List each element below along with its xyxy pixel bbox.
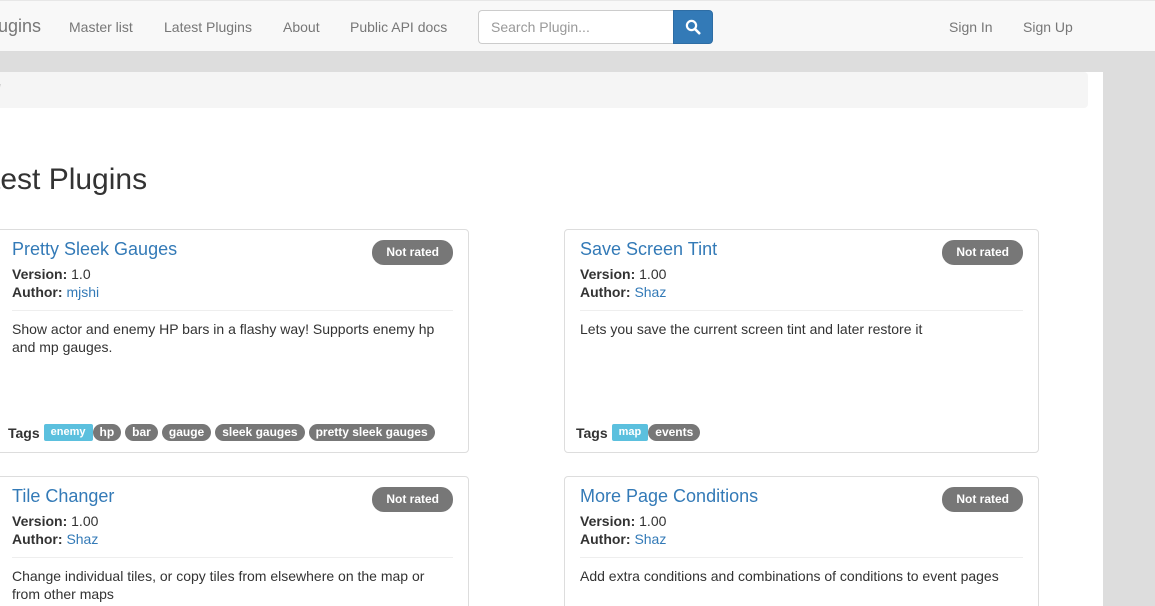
rating-badge: Not rated <box>942 240 1023 265</box>
card-divider <box>12 557 453 558</box>
plugin-description: Change individual tiles, or copy tiles f… <box>12 568 425 602</box>
plugin-card: Pretty Sleek Gauges Not rated Version: 1… <box>0 229 469 453</box>
card-divider <box>12 310 453 311</box>
top-navbar: ugins Master list Latest Plugins About P… <box>0 0 1155 52</box>
plugin-description: Add extra conditions and combinations of… <box>580 568 999 584</box>
version-label: Version: <box>580 266 636 282</box>
plugin-author: Author: Shaz <box>580 530 666 548</box>
plugin-author: Author: mjshi <box>12 283 99 301</box>
plugin-title[interactable]: Save Screen Tint <box>580 237 717 261</box>
sign-in-link[interactable]: Sign In <box>949 17 993 37</box>
tag-sleek-gauges[interactable]: sleek gauges <box>215 424 305 441</box>
search-input[interactable] <box>478 10 674 44</box>
plugin-version: Version: 1.0 <box>12 265 91 283</box>
author-link[interactable]: mjshi <box>66 284 99 300</box>
plugin-card: Tile Changer Not rated Version: 1.00 Aut… <box>0 476 469 606</box>
plugin-version: Version: 1.00 <box>580 265 666 283</box>
author-link[interactable]: Shaz <box>634 284 666 300</box>
page-title: test Plugins <box>0 163 148 196</box>
rating-badge: Not rated <box>372 487 453 512</box>
breadcrumb: / <box>0 72 1088 108</box>
right-gutter <box>1103 52 1155 606</box>
plugin-author: Author: Shaz <box>580 283 666 301</box>
author-link[interactable]: Shaz <box>634 531 666 547</box>
card-divider <box>580 310 1023 311</box>
nav-public-api-docs[interactable]: Public API docs <box>350 17 447 37</box>
author-label: Author: <box>580 284 631 300</box>
version-value: 1.00 <box>639 513 667 529</box>
tag-events[interactable]: events <box>648 424 701 441</box>
version-value: 1.0 <box>71 266 91 282</box>
plugin-title[interactable]: Tile Changer <box>12 484 114 508</box>
version-label: Version: <box>12 513 68 529</box>
author-label: Author: <box>580 531 631 547</box>
plugin-card: Save Screen Tint Not rated Version: 1.00… <box>564 229 1039 453</box>
tag-gauge[interactable]: gauge <box>161 424 212 441</box>
plugin-title[interactable]: More Page Conditions <box>580 484 758 508</box>
search-button[interactable] <box>673 10 713 44</box>
rating-badge: Not rated <box>372 240 453 265</box>
tag-pretty-sleek-gauges[interactable]: pretty sleek gauges <box>308 424 435 441</box>
plugin-version: Version: 1.00 <box>12 512 98 530</box>
version-label: Version: <box>12 266 68 282</box>
author-label: Author: <box>12 531 63 547</box>
nav-about[interactable]: About <box>283 17 320 37</box>
brand-logo[interactable]: ugins <box>0 15 41 37</box>
plugin-description: Lets you save the current screen tint an… <box>580 321 923 337</box>
tag-list: Tags map events <box>576 424 704 441</box>
author-label: Author: <box>12 284 63 300</box>
plugin-description: Show actor and enemy HP bars in a flashy… <box>12 321 435 355</box>
tag-enemy[interactable]: enemy <box>43 424 93 441</box>
tag-map[interactable]: map <box>611 424 649 441</box>
author-link[interactable]: Shaz <box>66 531 98 547</box>
tag-list: Tags enemy hp bar gauge sleek gauges pre… <box>8 424 439 441</box>
nav-master-list[interactable]: Master list <box>69 17 133 37</box>
search-icon <box>685 19 701 35</box>
nav-latest-plugins[interactable]: Latest Plugins <box>164 17 252 37</box>
tag-bar[interactable]: bar <box>125 424 158 441</box>
card-divider <box>580 557 1023 558</box>
plugin-card: More Page Conditions Not rated Version: … <box>564 476 1039 606</box>
tags-label: Tags <box>8 424 40 441</box>
version-value: 1.00 <box>71 513 99 529</box>
rating-badge: Not rated <box>942 487 1023 512</box>
plugin-title[interactable]: Pretty Sleek Gauges <box>12 237 177 261</box>
tags-label: Tags <box>576 424 608 441</box>
breadcrumb-separator: / <box>0 81 1 97</box>
version-value: 1.00 <box>639 266 667 282</box>
plugin-author: Author: Shaz <box>12 530 98 548</box>
version-label: Version: <box>580 513 636 529</box>
plugin-version: Version: 1.00 <box>580 512 666 530</box>
page-background-band <box>0 52 1103 72</box>
tag-hp[interactable]: hp <box>92 424 122 441</box>
sign-up-link[interactable]: Sign Up <box>1023 17 1073 37</box>
